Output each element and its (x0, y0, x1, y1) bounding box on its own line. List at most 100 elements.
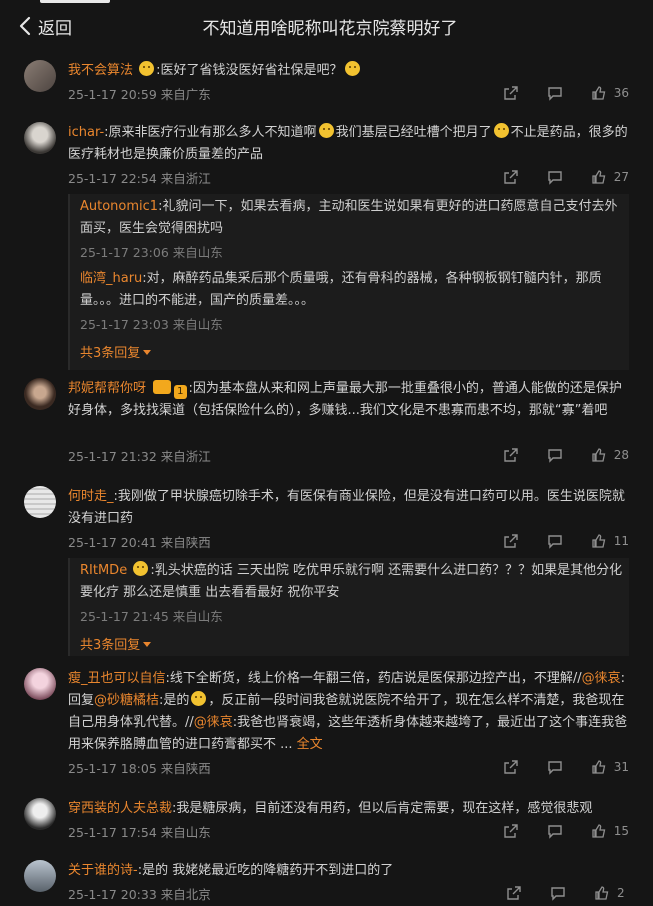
mention-link[interactable]: @徕哀 (582, 671, 621, 686)
comment-icon[interactable] (546, 758, 564, 776)
timestamp: 25-1-17 20:59 (68, 87, 157, 102)
like-icon[interactable] (590, 532, 608, 550)
caret-down-icon (143, 642, 152, 647)
comment-icon[interactable] (546, 446, 564, 464)
location: 来自广东 (160, 87, 211, 102)
avatar[interactable] (24, 860, 56, 892)
more-replies-link[interactable]: 共3条回复 (80, 634, 152, 653)
mention-link[interactable]: @徕哀 (194, 715, 233, 730)
avatar[interactable] (24, 486, 56, 518)
avatar[interactable] (24, 60, 56, 92)
location: 来自山东 (172, 609, 223, 624)
reply-panel: Autonomic1:礼貌问一下，如果去看病，主动和医生说如果有更好的进口药愿意… (68, 194, 629, 370)
share-icon[interactable] (505, 884, 523, 902)
comment-body: :是的 我姥姥最近吃的降糖药开不到进口的了 (137, 863, 394, 878)
reply-username[interactable]: 临湾_haru (80, 271, 142, 286)
like-icon[interactable] (590, 446, 608, 464)
username[interactable]: 穿西装的人夫总裁 (68, 801, 172, 816)
comment-icon[interactable] (546, 84, 564, 102)
username[interactable]: 邦妮帮帮你呀 (68, 381, 146, 396)
avatar[interactable] (24, 798, 56, 830)
comment-icon[interactable] (546, 822, 564, 840)
doge-emoji-icon (493, 123, 509, 138)
reply-meta: 25-1-17 21:45 来自山东 (80, 606, 223, 625)
timestamp: 25-1-17 17:54 (68, 825, 157, 840)
share-icon[interactable] (502, 822, 520, 840)
status-indicator (40, 0, 110, 3)
caret-down-icon (143, 350, 152, 355)
location: 来自陕西 (160, 761, 211, 776)
back-button[interactable]: 返回 (18, 14, 72, 39)
comment-icon[interactable] (549, 884, 567, 902)
reply-body: :礼貌问一下，如果去看病，主动和医生说如果有更好的进口药愿意自己支付去外面买，医… (80, 199, 618, 236)
comment-text: 我不会算法 :医好了省钱没医好省社保是吧？ (68, 60, 628, 82)
like-icon[interactable] (593, 884, 611, 902)
username[interactable]: 关于谁的诗- (68, 863, 138, 878)
crown-emoji-icon (133, 561, 149, 576)
like-icon[interactable] (590, 822, 608, 840)
full-text-link[interactable]: 全文 (297, 737, 323, 752)
sad-emoji-icon (191, 691, 207, 706)
location: 来自浙江 (160, 449, 211, 464)
username[interactable]: 何时走_ (68, 489, 114, 504)
username[interactable]: 我不会算法 (68, 63, 133, 78)
mention-link[interactable]: @砂糖橘桔 (94, 693, 159, 708)
like-count: 2 (617, 886, 625, 900)
timestamp: 25-1-17 18:05 (68, 761, 157, 776)
chevron-left-icon (19, 16, 31, 36)
comment-icon[interactable] (546, 168, 564, 186)
crown-emoji-icon (139, 61, 155, 76)
more-replies-label: 共3条回复 (80, 638, 141, 653)
share-icon[interactable] (502, 84, 520, 102)
comment-body-part: :是的 (159, 693, 190, 708)
comment-body-part: 我们基层已经吐槽个把月了 (335, 125, 492, 140)
like-icon[interactable] (590, 168, 608, 186)
page-title: 不知道用啥昵称叫花京院蔡明好了 (202, 19, 458, 39)
like-icon[interactable] (590, 758, 608, 776)
reply-username[interactable]: Autonomic1 (80, 199, 158, 214)
avatar[interactable] (24, 668, 56, 700)
username[interactable]: ichar- (68, 125, 104, 140)
comment-icon[interactable] (546, 532, 564, 550)
comment-text: 关于谁的诗-:是的 我姥姥最近吃的降糖药开不到进口的了 (68, 860, 628, 882)
like-icon[interactable] (590, 84, 608, 102)
like-count: 28 (613, 448, 629, 462)
reply-body: :对，麻醉药品集采后那个质量哦，还有骨科的器械，各种钢板钢钉髓内针，那质量。。。… (80, 271, 602, 308)
comment-meta: 25-1-17 21:32 来自浙江 (68, 446, 211, 465)
reply-body: :乳头状癌的话 三天出院 吃优甲乐就行啊 还需要什么进口药？？？如果是其他分化要… (80, 563, 623, 600)
timestamp: 25-1-17 20:41 (68, 535, 157, 550)
reply-item: Autonomic1:礼貌问一下，如果去看病，主动和医生说如果有更好的进口药愿意… (80, 196, 625, 240)
timestamp: 25-1-17 23:03 (80, 317, 169, 332)
avatar[interactable] (24, 378, 56, 410)
comment-body: :线下全断货，线上价格一年翻三倍，药店说是医保那边控产出，不理解// (165, 671, 582, 686)
more-replies-link[interactable]: 共3条回复 (80, 342, 152, 361)
comment-actions: 27 (476, 168, 629, 186)
location: 来自陕西 (160, 535, 211, 550)
comment-actions: 11 (476, 532, 629, 550)
timestamp: 25-1-17 23:06 (80, 245, 169, 260)
location: 来自山东 (172, 317, 223, 332)
comment-text: 穿西装的人夫总裁:我是糖尿病，目前还没有用药，但以后肯定需要，现在这样，感觉很悲… (68, 798, 628, 820)
like-count: 11 (613, 534, 629, 548)
share-icon[interactable] (502, 758, 520, 776)
smile-emoji-icon (344, 61, 360, 76)
timestamp: 25-1-17 21:32 (68, 449, 157, 464)
share-icon[interactable] (502, 446, 520, 464)
crown-badge-icon (153, 380, 172, 394)
comment-body: :我是糖尿病，目前还没有用药，但以后肯定需要，现在这样，感觉很悲观 (172, 801, 593, 816)
reply-username[interactable]: RItMDe (80, 563, 127, 578)
share-icon[interactable] (502, 168, 520, 186)
top-bar: 返回 不知道用啥昵称叫花京院蔡明好了 (0, 0, 653, 52)
comment-meta: 25-1-17 22:54 来自浙江 (68, 168, 211, 187)
comment-meta: 25-1-17 20:41 来自陕西 (68, 532, 211, 551)
back-label: 返回 (38, 18, 72, 39)
reply-meta: 25-1-17 23:06 来自山东 (80, 242, 223, 261)
doge-emoji-icon (318, 123, 334, 138)
username[interactable]: 瘦_丑也可以自信 (68, 671, 166, 686)
comment-text: 何时走_:我刚做了甲状腺癌切除手术，有医保有商业保险，但是没有进口药可以用。医生… (68, 486, 628, 530)
like-count: 36 (613, 86, 629, 100)
location: 来自山东 (172, 245, 223, 260)
comment-actions: 2 (479, 884, 629, 902)
share-icon[interactable] (502, 532, 520, 550)
avatar[interactable] (24, 122, 56, 154)
